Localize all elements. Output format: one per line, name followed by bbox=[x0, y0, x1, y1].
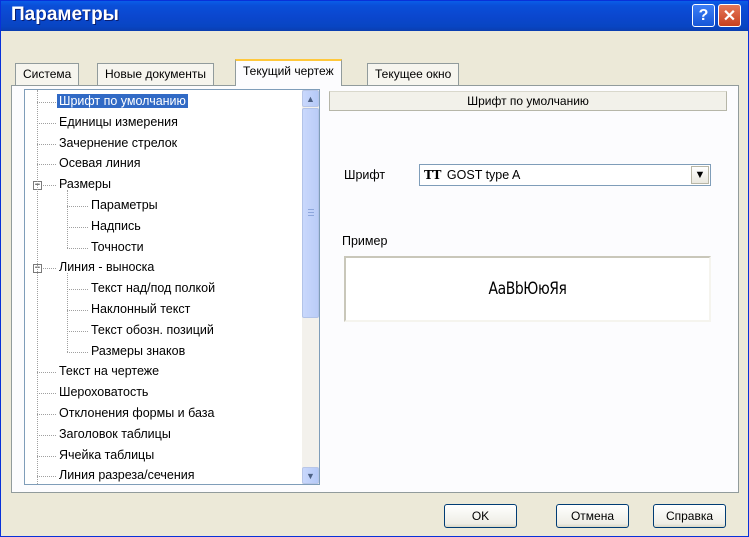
sample-label: Пример bbox=[342, 234, 388, 248]
tree-item-label: Наклонный текст bbox=[91, 302, 191, 316]
tree-item[interactable]: Шрифт по умолчанию bbox=[57, 93, 188, 111]
tree-item-label: Параметры bbox=[91, 198, 158, 212]
tab-system[interactable]: Система bbox=[15, 63, 80, 85]
help-dialog-button[interactable]: Справка bbox=[653, 504, 726, 528]
tree-item-label: Размеры знаков bbox=[91, 343, 186, 358]
tree-item[interactable]: Текст на чертеже bbox=[57, 363, 161, 381]
tree-connector bbox=[67, 273, 68, 352]
tree-connector bbox=[37, 143, 56, 145]
tree-item-label: Шрифт по умолчанию bbox=[57, 94, 188, 108]
tree-item-label: Текст обозн. позиций bbox=[91, 322, 214, 337]
help-button[interactable]: ? bbox=[692, 4, 715, 27]
tree-item-label: Единицы измерения bbox=[59, 114, 178, 129]
font-select-value: TT GOST type A bbox=[424, 168, 520, 182]
dropdown-arrow-icon[interactable]: ▼ bbox=[691, 166, 709, 184]
tree-item-label: Ячейка таблицы bbox=[59, 447, 155, 462]
font-preview-text: АаВbЮюЯя bbox=[488, 279, 567, 299]
tree-connector bbox=[37, 102, 56, 103]
options-dialog: Параметры ? ✕ Система Новые документы Те… bbox=[0, 0, 749, 537]
font-label: Шрифт bbox=[344, 168, 386, 182]
tree-item[interactable]: Текст обозн. позиций bbox=[89, 322, 216, 340]
ok-button[interactable]: OK bbox=[444, 504, 517, 528]
tree-connector bbox=[67, 247, 88, 249]
tree-item[interactable]: Заголовок таблицы bbox=[57, 426, 173, 444]
tree-item[interactable]: Отклонения формы и база bbox=[57, 405, 217, 423]
tree-connector bbox=[67, 190, 68, 248]
tree-item[interactable]: Единицы измерения bbox=[57, 114, 180, 132]
tree-connector bbox=[37, 164, 56, 166]
scroll-down-button[interactable]: ▼ bbox=[302, 467, 319, 484]
grip-line bbox=[308, 212, 314, 213]
title-bar[interactable]: Параметры ? ✕ bbox=[1, 1, 748, 31]
tree-connector bbox=[37, 90, 38, 484]
tree-item-label: Текст над/под полкой bbox=[91, 281, 216, 296]
tree-item-label: Размеры bbox=[59, 177, 111, 192]
close-button[interactable]: ✕ bbox=[718, 4, 741, 27]
tree-connector bbox=[67, 351, 88, 353]
tree-connector bbox=[67, 226, 88, 228]
tree-item[interactable]: Размеры bbox=[57, 176, 113, 194]
tree-item-label: Точности bbox=[91, 239, 144, 254]
tree-item-label: Линия - выноска bbox=[59, 260, 155, 275]
tree-connector bbox=[37, 372, 56, 374]
tree-item-label: Линия разреза/сечения bbox=[59, 468, 195, 483]
tree-connector bbox=[37, 476, 56, 478]
tree-item[interactable]: Ячейка таблицы bbox=[57, 447, 156, 465]
tree-connector bbox=[37, 414, 56, 415]
tree-item[interactable]: Осевая линия bbox=[57, 155, 143, 173]
truetype-font-icon: TT bbox=[424, 168, 442, 182]
tree-item[interactable]: Наклонный текст bbox=[89, 301, 192, 319]
tree-connector bbox=[37, 455, 56, 457]
tree-connector bbox=[37, 393, 56, 395]
tree-item[interactable]: Шероховатость bbox=[57, 384, 150, 402]
tree-item-label: Осевая линия bbox=[59, 156, 141, 171]
tree-item-label: Зачернение стрелок bbox=[59, 135, 178, 150]
cancel-button[interactable]: Отмена bbox=[556, 504, 629, 528]
settings-tree[interactable]: Шрифт по умолчанию Единицы измерения Зачер… bbox=[24, 89, 320, 485]
grip-line bbox=[308, 209, 314, 210]
tree-item[interactable]: Линия - выноска bbox=[57, 259, 156, 277]
tree-item-label: Шероховатость bbox=[59, 385, 149, 400]
window-title: Параметры bbox=[11, 4, 119, 25]
tree-item-label: Текст на чертеже bbox=[59, 364, 160, 379]
tree-connector bbox=[67, 289, 88, 291]
tree-item[interactable]: Размеры знаков bbox=[89, 343, 187, 361]
tree-item[interactable]: Текст над/под полкой bbox=[89, 280, 217, 298]
tree-connector bbox=[67, 330, 88, 332]
scroll-thumb[interactable] bbox=[302, 108, 319, 318]
tree-item[interactable]: Линия разреза/сечения bbox=[57, 467, 197, 484]
tree-connector bbox=[67, 206, 88, 207]
font-preview-box: АаВbЮюЯя bbox=[344, 256, 711, 322]
tree-connector bbox=[37, 434, 56, 436]
tab-current-drawing[interactable]: Текущий чертеж bbox=[235, 59, 342, 86]
scroll-up-button[interactable]: ▲ bbox=[302, 90, 319, 107]
font-name: GOST type A bbox=[446, 168, 521, 182]
tree-item[interactable]: Точности bbox=[89, 239, 146, 257]
tree-scrollbar[interactable]: ▲ ▼ bbox=[302, 90, 319, 484]
grip-line bbox=[308, 215, 314, 216]
tree-item[interactable]: Параметры bbox=[89, 197, 160, 215]
font-select[interactable]: TT GOST type A ▼ bbox=[419, 164, 711, 186]
tree-item[interactable]: Надпись bbox=[89, 218, 143, 236]
section-title: Шрифт по умолчанию bbox=[329, 91, 727, 111]
tree-item-label: Заголовок таблицы bbox=[59, 426, 171, 441]
tree-item-label: Надпись bbox=[91, 218, 141, 233]
tree-item[interactable]: Зачернение стрелок bbox=[57, 135, 179, 153]
tab-new-documents[interactable]: Новые документы bbox=[97, 63, 214, 85]
tree-connector bbox=[37, 122, 56, 124]
tree-item-label: Отклонения формы и база bbox=[59, 406, 215, 420]
tree-connector bbox=[67, 310, 88, 311]
tab-current-window[interactable]: Текущее окно bbox=[367, 63, 460, 85]
